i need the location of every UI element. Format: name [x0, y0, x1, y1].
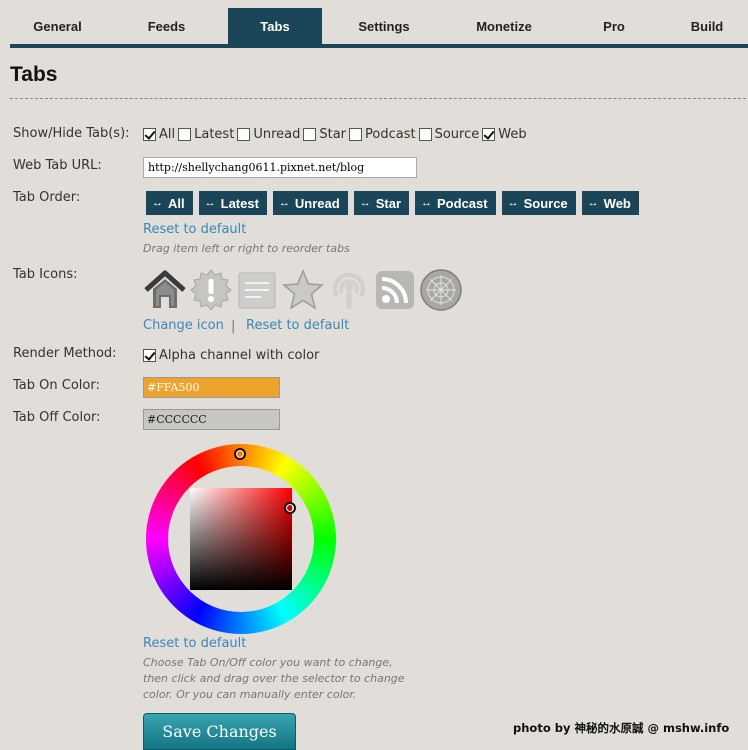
checkbox-label: All	[159, 127, 176, 142]
tab-on-color-input[interactable]	[143, 377, 280, 398]
rss-icon[interactable]	[373, 268, 417, 312]
tab-tabs[interactable]: Tabs	[228, 8, 322, 44]
tab-order-hint: Drag item left or right to reorder tabs	[143, 242, 350, 255]
drag-arrows-icon: ↔	[507, 197, 519, 209]
checkbox-box[interactable]	[303, 128, 317, 141]
color-hint-line-3: color. Or you can manually enter color.	[143, 688, 357, 701]
podcast-icon[interactable]	[327, 268, 371, 312]
color-reset-link[interactable]: Reset to default	[143, 636, 246, 651]
saturation-marker[interactable]	[284, 502, 296, 514]
order-item-all[interactable]: ↔ All	[146, 191, 193, 215]
tab-off-color-input[interactable]	[143, 409, 280, 430]
order-item-label: Podcast	[437, 195, 488, 211]
order-item-unread[interactable]: ↔ Unread	[272, 191, 348, 215]
tab-pro[interactable]: Pro	[562, 8, 666, 44]
page-title: Tabs	[10, 63, 58, 86]
tab-build[interactable]: Build	[666, 8, 748, 44]
save-changes-button[interactable]: Save Changes	[143, 713, 296, 750]
order-item-label: All	[168, 195, 185, 211]
order-item-star[interactable]: ↔ Star	[353, 191, 410, 215]
checkbox-source[interactable]: Source	[418, 127, 480, 142]
show-hide-label: Show/Hide Tab(s):	[13, 126, 130, 141]
order-item-label: Star	[375, 195, 402, 211]
drag-arrows-icon: ↔	[421, 197, 433, 209]
checkbox-latest[interactable]: Latest	[178, 127, 234, 142]
checkbox-box[interactable]	[418, 128, 432, 141]
tab-order-label: Tab Order:	[13, 190, 81, 205]
home-icon[interactable]	[143, 268, 187, 312]
saturation-lightness-square[interactable]	[190, 488, 292, 590]
link-separator: |	[231, 319, 236, 334]
alert-badge-icon[interactable]	[189, 268, 233, 312]
checkbox-label: Source	[434, 127, 480, 142]
order-item-podcast[interactable]: ↔ Podcast	[415, 191, 496, 215]
order-item-label: Latest	[220, 195, 259, 211]
tab-on-color-label: Tab On Color:	[13, 378, 100, 393]
order-item-source[interactable]: ↔ Source	[501, 191, 576, 215]
drag-arrows-icon: ↔	[152, 197, 163, 209]
color-hint-line-2: then click and drag over the selector to…	[143, 672, 405, 685]
top-nav: General Feeds Tabs Settings Monetize Pro…	[10, 8, 748, 48]
web-url-input[interactable]	[143, 157, 417, 178]
order-item-latest[interactable]: ↔ Latest	[198, 191, 267, 215]
web-icon[interactable]	[419, 268, 463, 312]
checkbox-box[interactable]	[349, 128, 363, 141]
photo-credit-watermark: photo by 神秘的水原誠 @ mshw.info	[513, 721, 730, 735]
checkbox-box[interactable]	[178, 128, 192, 141]
checkbox-star[interactable]: Star	[303, 127, 346, 142]
checkbox-web[interactable]: Web	[482, 127, 527, 142]
show-hide-checkboxes: All Latest Unread Star Podcast Source We…	[143, 127, 530, 142]
drag-arrows-icon: ↔	[204, 197, 216, 209]
tab-icons-reset-link[interactable]: Reset to default	[246, 318, 349, 333]
star-icon[interactable]	[281, 268, 325, 312]
tab-icons-label: Tab Icons:	[13, 267, 78, 282]
hue-marker[interactable]	[234, 448, 246, 460]
drag-arrows-icon: ↔	[278, 197, 290, 209]
tab-order-reset-link[interactable]: Reset to default	[143, 222, 246, 237]
web-url-label: Web Tab URL:	[13, 158, 102, 173]
render-method-option-label: Alpha channel with color	[159, 348, 320, 363]
checkbox-label: Star	[319, 127, 347, 142]
color-picker[interactable]	[146, 444, 336, 634]
tab-monetize[interactable]: Monetize	[446, 8, 562, 44]
tab-icons-row	[143, 268, 465, 312]
render-method-checkbox[interactable]	[143, 349, 156, 362]
checkbox-label: Web	[498, 127, 527, 142]
order-item-label: Web	[603, 195, 631, 211]
color-hint-line-1: Choose Tab On/Off color you want to chan…	[143, 656, 393, 669]
checkbox-label: Unread	[253, 127, 301, 142]
tab-order-list: ↔ All ↔ Latest ↔ Unread ↔ Star ↔ Podcast ↔ Sou…	[146, 191, 645, 215]
checkbox-box[interactable]	[143, 128, 156, 141]
drag-arrows-icon: ↔	[359, 197, 371, 209]
checkbox-all[interactable]: All	[143, 127, 175, 142]
order-item-web[interactable]: ↔ Web	[581, 191, 639, 215]
tab-feeds[interactable]: Feeds	[105, 8, 228, 44]
checkbox-unread[interactable]: Unread	[237, 127, 300, 142]
render-method-label: Render Method:	[13, 346, 117, 361]
drag-arrows-icon: ↔	[587, 197, 599, 209]
order-item-label: Unread	[294, 195, 340, 211]
checkbox-podcast[interactable]: Podcast	[349, 127, 416, 142]
note-icon[interactable]	[235, 268, 279, 312]
checkbox-box[interactable]	[482, 128, 496, 141]
checkbox-label: Podcast	[365, 127, 416, 142]
title-divider	[10, 98, 746, 99]
render-method-option[interactable]: Alpha channel with color	[143, 348, 319, 363]
tab-general[interactable]: General	[10, 8, 105, 44]
checkbox-box[interactable]	[237, 128, 251, 141]
checkbox-label: Latest	[194, 127, 235, 142]
tab-settings[interactable]: Settings	[322, 8, 446, 44]
change-icon-link[interactable]: Change icon	[143, 318, 224, 333]
order-item-label: Source	[523, 195, 568, 211]
tab-off-color-label: Tab Off Color:	[13, 410, 101, 425]
